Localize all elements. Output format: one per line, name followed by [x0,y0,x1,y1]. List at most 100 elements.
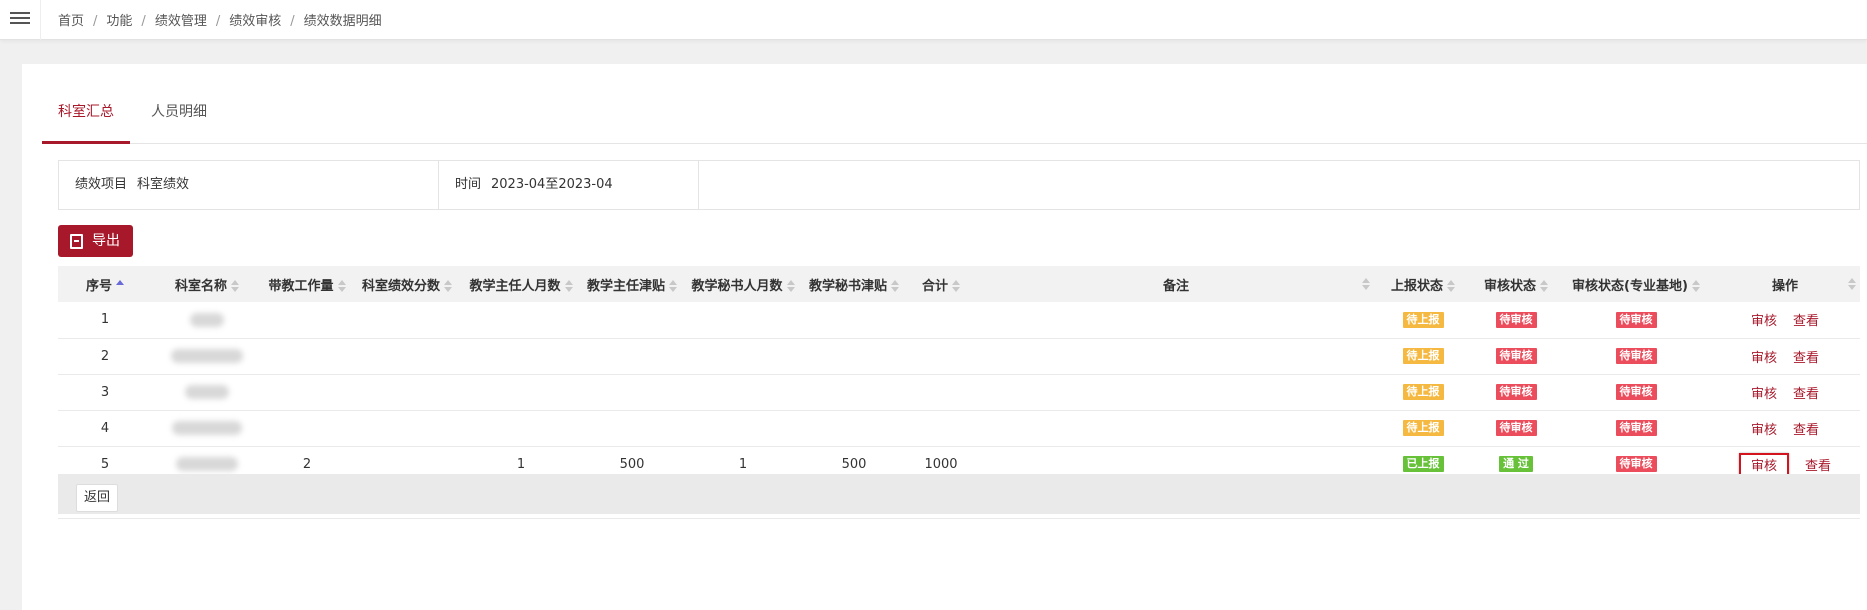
col-header-dept-name[interactable]: 科室名称 [152,266,262,302]
col-header-report-status[interactable]: 上报状态 [1376,266,1470,302]
footer-bar: 返回 [58,474,1860,514]
table-row: 1 待上报 待审核 待审核 审核 查看 [58,302,1860,338]
sort-icon[interactable] [564,280,573,292]
cell-secretary-allowance [802,302,906,338]
view-link[interactable]: 查看 [1793,351,1819,366]
report-status-badge: 待上报 [1402,311,1444,328]
cell-secretary-months [684,410,802,446]
blurred-dept-name [185,385,229,399]
sort-asc-icon[interactable] [116,280,124,292]
cell-dept-name [152,302,262,338]
col-header-secretary-months[interactable]: 教学秘书人月数 [684,266,802,302]
table-header-row: 序号 科室名称 带教工作量 科室绩效分数 教学主任人月数 教学主任津贴 教学秘书… [58,266,1860,302]
col-header-total[interactable]: 合计 [906,266,976,302]
audit-base-status-badge: 待审核 [1615,420,1657,436]
breadcrumb-separator: / [215,14,221,29]
col-header-workload[interactable]: 带教工作量 [262,266,352,302]
breadcrumb-performance-management[interactable]: 绩效管理 [155,14,207,29]
cell-director-months [462,374,580,410]
cell-seq: 2 [100,348,110,364]
divider [40,0,41,40]
info-empty [699,161,1859,209]
breadcrumb-home[interactable]: 首页 [58,14,84,29]
col-header-seq[interactable]: 序号 [58,266,152,302]
tab-staff-detail[interactable]: 人员明细 [144,88,214,144]
audit-link[interactable]: 审核 [1751,423,1777,438]
breadcrumb-separator: / [141,14,146,29]
audit-status-badge: 通 过 [1499,456,1533,472]
table-row: 3 待上报 待审核 待审核 审核 查看 [58,374,1860,410]
view-link[interactable]: 查看 [1793,387,1819,402]
audit-link[interactable]: 审核 [1751,351,1777,366]
breadcrumb: 首页 / 功能 / 绩效管理 / 绩效审核 / 绩效数据明细 [58,10,382,29]
cell-score [352,374,462,410]
tab-department-summary[interactable]: 科室汇总 [42,88,130,144]
cell-actions: 审核 查看 [1710,410,1860,446]
sort-icon[interactable] [952,280,960,292]
col-header-actions[interactable]: 操作 [1710,266,1860,302]
hamburger-menu-icon[interactable] [10,9,30,29]
content-card: 科室汇总 人员明细 绩效项目 科室绩效 时间 2023-04至2023-04 导出 … [22,64,1867,610]
sort-icon[interactable] [891,280,899,292]
cell-dept-name [152,338,262,374]
cell-dept-name [152,410,262,446]
col-header-audit-status[interactable]: 审核状态 [1470,266,1562,302]
audit-base-status-badge: 待审核 [1615,384,1657,400]
cell-workload [262,410,352,446]
cell-remark [976,338,1376,374]
audit-link[interactable]: 审核 [1751,387,1777,402]
col-header-score[interactable]: 科室绩效分数 [352,266,462,302]
blurred-dept-name [176,457,238,471]
col-header-remark[interactable]: 备注 [976,266,1376,302]
cell-workload [262,302,352,338]
col-header-director-months[interactable]: 教学主任人月数 [462,266,580,302]
sort-icon[interactable] [1362,278,1370,290]
cell-remark [976,374,1376,410]
export-button[interactable]: 导出 [58,225,133,257]
cell-secretary-months [684,302,802,338]
cell-secretary-allowance [802,410,906,446]
cell-total [906,302,976,338]
sort-icon[interactable] [1848,278,1856,290]
audit-base-status-badge: 待审核 [1615,348,1657,364]
cell-director-months [462,410,580,446]
view-link[interactable]: 查看 [1793,314,1819,329]
cell-total [906,374,976,410]
export-file-icon [70,234,83,249]
audit-status-badge: 待审核 [1495,348,1537,364]
info-panel: 绩效项目 科室绩效 时间 2023-04至2023-04 [58,160,1860,210]
sort-icon[interactable] [1540,280,1548,292]
sort-icon[interactable] [444,280,452,292]
col-header-secretary-allowance[interactable]: 教学秘书津贴 [802,266,906,302]
table-row: 4 待上报 待审核 待审核 审核 查看 [58,410,1860,446]
sort-icon[interactable] [337,280,346,292]
cell-workload [262,374,352,410]
audit-base-status-badge: 待审核 [1615,456,1657,472]
audit-status-badge: 待审核 [1495,384,1537,400]
cell-remark [976,302,1376,338]
cell-score [352,338,462,374]
back-button[interactable]: 返回 [76,484,118,512]
cell-director-months [462,302,580,338]
sort-icon[interactable] [786,280,795,292]
breadcrumb-function[interactable]: 功能 [106,14,132,29]
cell-seq: 4 [100,420,110,436]
cell-secretary-months [684,374,802,410]
col-header-audit-status-base[interactable]: 审核状态(专业基地) [1562,266,1710,302]
view-link[interactable]: 查看 [1805,459,1831,474]
cell-total [906,410,976,446]
audit-status-badge: 待审核 [1495,420,1537,436]
view-link[interactable]: 查看 [1793,423,1819,438]
blurred-dept-name [190,312,224,327]
sort-icon[interactable] [669,280,677,292]
sort-icon[interactable] [1691,280,1700,292]
col-header-director-allowance[interactable]: 教学主任津贴 [580,266,684,302]
cell-dept-name [152,374,262,410]
audit-link[interactable]: 审核 [1738,452,1789,476]
sort-icon[interactable] [231,280,239,292]
cell-director-allowance [580,338,684,374]
cell-seq: 1 [100,312,110,328]
sort-icon[interactable] [1447,280,1455,292]
audit-link[interactable]: 审核 [1751,314,1777,329]
breadcrumb-performance-audit[interactable]: 绩效审核 [229,14,281,29]
